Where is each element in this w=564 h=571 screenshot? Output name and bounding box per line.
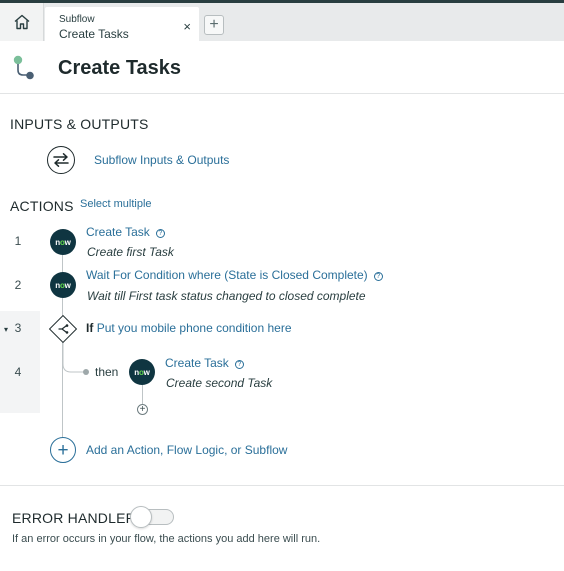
row-number: 1 (14, 234, 22, 248)
tab-title: Create Tasks (59, 27, 129, 41)
action-title[interactable]: Create Task? (165, 356, 244, 370)
add-tab-button[interactable]: + (204, 15, 224, 35)
select-multiple-link[interactable]: Select multiple (80, 198, 152, 210)
page-title: Create Tasks (58, 57, 182, 79)
connector-line (62, 254, 63, 273)
row-number: 2 (14, 278, 22, 292)
section-divider (0, 485, 564, 486)
error-handler-toggle[interactable] (130, 506, 174, 528)
action-description: Create second Task (166, 376, 273, 390)
connector-line (142, 384, 143, 404)
tab-subtitle: Subflow (59, 14, 95, 25)
now-logo-icon: now (129, 359, 155, 385)
actions-heading: ACTIONS (10, 198, 74, 214)
add-nested-action-button[interactable]: + (137, 404, 148, 415)
plus-icon: + (57, 439, 69, 461)
help-icon[interactable]: ? (373, 272, 383, 281)
plus-icon: + (139, 404, 146, 415)
error-handler-description: If an error occurs in your flow, the act… (12, 533, 321, 545)
action-title[interactable]: Create Task? (86, 225, 165, 239)
toggle-knob (130, 506, 152, 528)
action-title[interactable]: Wait For Condition where (State is Close… (86, 268, 383, 282)
home-button[interactable] (0, 3, 44, 41)
action-description: Wait till First task status changed to c… (87, 289, 366, 303)
error-handler-heading: ERROR HANDLER (12, 510, 136, 526)
now-logo-icon: now (50, 229, 76, 255)
subflow-inputs-outputs-link[interactable]: Subflow Inputs & Outputs (94, 153, 229, 167)
row-number: 4 (14, 365, 22, 379)
home-icon (14, 14, 29, 30)
plus-icon: + (209, 16, 219, 33)
condition-label: Put you mobile phone condition here (96, 321, 292, 335)
row-number: 3 (14, 321, 22, 335)
if-condition[interactable]: If Put you mobile phone condition here (86, 321, 292, 335)
branch-icon (58, 324, 69, 334)
swap-arrows-icon[interactable] (47, 146, 75, 174)
add-action-link[interactable]: Add an Action, Flow Logic, or Subflow (86, 443, 287, 457)
tab-bar: Subflow Create Tasks × + (0, 3, 564, 41)
page-header: Create Tasks (0, 41, 564, 94)
add-action-button[interactable]: + (50, 437, 76, 463)
branch-dot (83, 369, 89, 375)
help-icon[interactable]: ? (234, 360, 244, 369)
then-label: then (95, 365, 119, 379)
subflow-icon (13, 55, 34, 80)
close-icon[interactable]: × (183, 20, 191, 33)
inputs-outputs-heading: INPUTS & OUTPUTS (10, 116, 149, 132)
tab-create-tasks[interactable]: Subflow Create Tasks × (45, 7, 199, 41)
if-keyword: If (86, 321, 94, 335)
now-logo-icon: now (50, 272, 76, 298)
action-description: Create first Task (87, 245, 174, 259)
help-icon[interactable]: ? (155, 229, 165, 238)
